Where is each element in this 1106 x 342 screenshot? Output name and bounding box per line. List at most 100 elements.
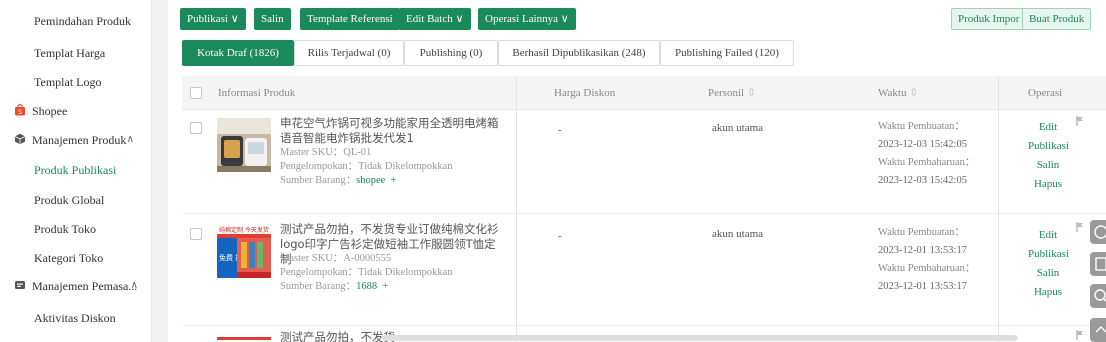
sidebar-item-label: Aktivitas Diskon: [34, 311, 116, 325]
product-group: Pengelompokan：Tidak Dikelompokkan: [280, 266, 453, 280]
sidebar-item-label: Pemindahan Produk: [34, 14, 131, 28]
table-header: Informasi Produk Harga Diskon Personil ⇳…: [182, 76, 1106, 110]
more-ops-label: Operasi Lainnya: [485, 13, 558, 25]
sidebar-item-label: Produk Global: [34, 193, 105, 207]
sidebar-item-produk-global[interactable]: Produk Global: [0, 187, 152, 213]
tab-publishing[interactable]: Publishing (0): [404, 40, 498, 66]
floating-search-button[interactable]: [1090, 284, 1106, 308]
sidebar-item-manajemen-produk[interactable]: Manajemen Produk ∧: [0, 127, 152, 153]
column-divider: [516, 76, 517, 342]
row-checkbox[interactable]: [190, 122, 202, 134]
chevron-down-icon: ∨: [455, 13, 464, 25]
floating-help-button[interactable]: [1090, 220, 1106, 244]
row-checkbox[interactable]: [190, 228, 202, 240]
product-thumbnail[interactable]: [217, 332, 271, 342]
personnel-value: akun utama: [712, 228, 764, 240]
source-link[interactable]: 1688: [356, 281, 377, 292]
sidebar-item-templat-harga[interactable]: Templat Harga: [0, 40, 152, 66]
source-label: Sumber Barang：: [280, 281, 357, 292]
chevron-down-icon: ∨: [230, 13, 239, 25]
updated-label: Waktu Pembaharuan：: [878, 157, 976, 168]
chevron-up-icon: [1095, 326, 1106, 333]
chevron-down-icon: ∨: [560, 13, 569, 25]
column-header-time[interactable]: Waktu ⇳: [878, 76, 918, 110]
flag-icon[interactable]: [1076, 116, 1084, 126]
source-link[interactable]: shopee: [356, 175, 385, 186]
row-operations: Edit Publikasi Salin Hapus: [1028, 226, 1069, 302]
create-product-button[interactable]: Buat Produk: [1022, 8, 1092, 30]
sidebar-item-aktivitas-diskon[interactable]: Aktivitas Diskon: [0, 305, 152, 331]
floating-document-button[interactable]: [1090, 252, 1106, 276]
delete-link[interactable]: Hapus: [1028, 283, 1068, 302]
copy-link[interactable]: Salin: [1028, 264, 1068, 283]
search-icon: [1094, 289, 1106, 302]
edit-link[interactable]: Edit: [1028, 226, 1068, 245]
tab-published[interactable]: Berhasil Dipublikasikan (248): [498, 40, 660, 66]
sidebar-item-label: Manajemen Produk: [32, 133, 127, 147]
product-group: Pengelompokan：Tidak Dikelompokkan: [280, 160, 453, 174]
sidebar-item-shopee[interactable]: S Shopee: [0, 98, 152, 124]
sidebar-item-pemindahan-produk[interactable]: Pemindahan Produk: [0, 8, 152, 34]
column-divider: [998, 76, 999, 342]
svg-text:S: S: [18, 109, 22, 116]
flag-icon[interactable]: [1076, 330, 1084, 340]
document-icon: [1095, 257, 1106, 271]
product-thumbnail[interactable]: [217, 118, 271, 172]
import-product-button[interactable]: Produk Impor: [951, 8, 1027, 30]
product-source: Sumber Barang：1688 +: [280, 280, 388, 294]
add-source-icon[interactable]: +: [382, 281, 388, 292]
cube-icon: [14, 128, 26, 145]
publish-dropdown-button[interactable]: Publikasi ∨: [180, 8, 246, 30]
add-source-icon[interactable]: +: [391, 175, 397, 186]
edit-link[interactable]: Edit: [1028, 118, 1068, 137]
group-label: Pengelompokan：: [280, 267, 359, 278]
select-all-checkbox[interactable]: [190, 87, 202, 99]
thumbnail-caption: 纯棉定制 今天发货: [219, 226, 269, 234]
time-header-label: Waktu: [878, 87, 907, 99]
publish-label: Publikasi: [187, 13, 228, 25]
column-header-personnel[interactable]: Personil ⇳: [708, 76, 756, 110]
sort-icon: ⇳: [909, 87, 919, 99]
sidebar-item-label: Produk Toko: [34, 222, 96, 236]
sidebar-item-label: Shopee: [32, 104, 68, 118]
table-row: 申花空气炸锅可视多功能家用全透明电烤箱语音智能电炸锅批发代发1 Master S…: [182, 110, 1106, 214]
tab-label: Kotak Draf (1826): [197, 47, 279, 59]
flag-icon[interactable]: [1076, 222, 1084, 232]
sidebar-item-label: Produk Publikasi: [34, 163, 117, 177]
horizontal-scrollbar[interactable]: [382, 335, 1018, 341]
column-header-operations: Operasi: [1028, 87, 1063, 99]
product-source: Sumber Barang：shopee +: [280, 174, 396, 188]
template-reference-button[interactable]: Template Referensi: [300, 8, 400, 30]
table-row: 纯棉定制 今天发货 免费 打样 测试产品勿拍，不发货专业订做纯棉文化衫logo印…: [182, 214, 1106, 326]
copy-button[interactable]: Salin: [254, 8, 291, 30]
floating-top-button[interactable]: [1090, 318, 1106, 342]
created-label: Waktu Pembuatan：: [878, 227, 965, 238]
tab-label: Berhasil Dipublikasikan (248): [512, 47, 646, 59]
updated-value: 2023-12-01 13:53:17: [878, 281, 967, 292]
sidebar-overflow-top: [0, 0, 152, 8]
sidebar-item-manajemen-pemasaran[interactable]: Manajemen Pemasa... ∧: [0, 273, 152, 299]
tab-scheduled[interactable]: Rilis Terjadwal (0): [294, 40, 404, 66]
group-label: Pengelompokan：: [280, 161, 359, 172]
tab-failed[interactable]: Publishing Failed (120): [660, 40, 794, 66]
row-operations: Edit Publikasi Salin Hapus: [1028, 118, 1069, 194]
delete-link[interactable]: Hapus: [1028, 175, 1068, 194]
product-title[interactable]: 申花空气炸锅可视多功能家用全透明电烤箱语音智能电炸锅批发代发1: [280, 116, 500, 146]
sidebar-item-produk-toko[interactable]: Produk Toko: [0, 216, 152, 242]
product-thumbnail[interactable]: 纯棉定制 今天发货 免费 打样: [217, 224, 271, 278]
tab-draft[interactable]: Kotak Draf (1826): [182, 40, 294, 66]
template-label: Template Referensi: [307, 13, 393, 25]
more-operations-dropdown-button[interactable]: Operasi Lainnya ∨: [478, 8, 576, 30]
sidebar-item-templat-logo[interactable]: Templat Logo: [0, 69, 152, 95]
tab-label: Publishing Failed (120): [675, 47, 779, 59]
sku-label: Master SKU：: [280, 147, 344, 158]
edit-batch-dropdown-button[interactable]: Edit Batch ∨: [399, 8, 471, 30]
discount-value: -: [558, 230, 562, 242]
sidebar-item-kategori-toko[interactable]: Kategori Toko: [0, 245, 152, 271]
publish-link[interactable]: Publikasi: [1028, 245, 1069, 264]
created-value: 2023-12-01 13:53:17: [878, 245, 967, 256]
sidebar-item-produk-publikasi[interactable]: Produk Publikasi: [0, 157, 152, 183]
copy-link[interactable]: Salin: [1028, 156, 1068, 175]
copy-label: Salin: [261, 13, 284, 25]
publish-link[interactable]: Publikasi: [1028, 137, 1069, 156]
